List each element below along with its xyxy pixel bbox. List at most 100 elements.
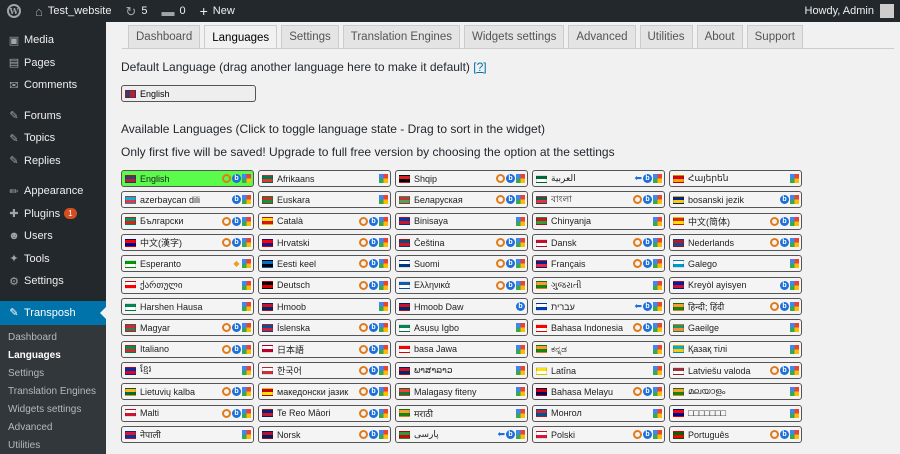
tab-dashboard[interactable]: Dashboard [128, 25, 201, 48]
wordpress-logo-button[interactable]: W [0, 0, 28, 22]
language-item[interactable]: Қазақ тілі [669, 340, 802, 358]
language-item[interactable]: Latviešu valoda b [669, 362, 802, 380]
language-item[interactable]: Malagasy fiteny [395, 383, 528, 401]
language-item[interactable]: Polski b [532, 426, 665, 444]
tab-advanced[interactable]: Advanced [568, 25, 636, 48]
help-link[interactable]: [?] [473, 60, 486, 74]
language-item[interactable]: Euskara [258, 191, 391, 209]
language-item[interactable]: Català b [258, 212, 391, 230]
language-item[interactable]: हिन्दी; हिंदी b [669, 298, 802, 316]
submenu-item-settings[interactable]: Settings [0, 365, 106, 383]
submenu-item-dashboard[interactable]: Dashboard [0, 329, 106, 347]
sidebar-item-appearance[interactable]: ✏ Appearance [0, 180, 106, 203]
language-item[interactable]: Chinyanja [532, 212, 665, 230]
language-item[interactable]: Asụsụ Igbo [395, 319, 528, 337]
language-item[interactable]: Kreyòl ayisyen b [669, 276, 802, 294]
language-item[interactable]: ಕನ್ನಡ [532, 340, 665, 358]
sidebar-item-comments[interactable]: ✉ Comments [0, 74, 106, 97]
language-item[interactable]: Afrikaans [258, 170, 391, 187]
sidebar-item-tools[interactable]: ✦ Tools [0, 248, 106, 271]
language-item[interactable]: Eesti keel b [258, 255, 391, 273]
tab-support[interactable]: Support [746, 25, 803, 48]
language-item[interactable]: ગુજરાતી [532, 276, 665, 294]
language-item[interactable]: Hmoob Daw b [395, 298, 528, 316]
submenu-item-utilities[interactable]: Utilities [0, 437, 106, 454]
sidebar-item-media[interactable]: ▣ Media [0, 29, 106, 52]
language-item[interactable]: Norsk b [258, 426, 391, 444]
language-item[interactable]: Čeština b [395, 234, 528, 252]
language-item[interactable]: Hmoob [258, 298, 391, 316]
language-item[interactable]: Ελληνικά b [395, 276, 528, 294]
language-item[interactable]: עברית ⬅ b [532, 298, 665, 316]
tab-about[interactable]: About [696, 25, 743, 48]
language-item[interactable]: Português b [669, 426, 802, 444]
account-menu[interactable]: Howdy, Admin [798, 0, 900, 22]
language-item[interactable]: Български b [121, 212, 254, 230]
default-language-dropzone[interactable]: English [121, 85, 256, 102]
sidebar-item-users[interactable]: ☻ Users [0, 225, 106, 248]
language-item[interactable]: Nederlands b [669, 234, 802, 252]
language-item[interactable]: پارسی ⬅ b [395, 426, 528, 444]
new-content-link[interactable]: + New [193, 0, 242, 22]
language-item[interactable]: Magyar b [121, 319, 254, 337]
language-item[interactable]: 中文(简体) b [669, 212, 802, 230]
language-item[interactable]: ქართული [121, 276, 254, 294]
language-item[interactable]: Italiano b [121, 340, 254, 358]
language-item[interactable]: മലയാളം [669, 383, 802, 401]
language-item[interactable]: Suomi b [395, 255, 528, 273]
language-item[interactable]: Монгол [532, 404, 665, 422]
sidebar-item-pages[interactable]: ▤ Pages [0, 52, 106, 75]
language-item[interactable]: ខ្មែរ [121, 362, 254, 380]
language-item[interactable]: ພາສາລາວ [395, 362, 528, 380]
language-item[interactable]: Dansk b [532, 234, 665, 252]
tab-utilities[interactable]: Utilities [639, 25, 693, 48]
language-item[interactable]: basa Jawa [395, 340, 528, 358]
submenu-item-languages[interactable]: Languages [0, 347, 106, 365]
language-item[interactable]: मराठी [395, 404, 528, 422]
language-item[interactable]: Íslenska b [258, 319, 391, 337]
submenu-item-widgets-settings[interactable]: Widgets settings [0, 401, 106, 419]
language-item[interactable]: বাংলা b [532, 191, 665, 209]
language-item[interactable]: Harshen Hausa [121, 298, 254, 316]
language-item[interactable]: bosanski jezik b [669, 191, 802, 209]
sidebar-item-replies[interactable]: ✎ Replies [0, 150, 106, 173]
language-item[interactable]: македонски јазик b [258, 383, 391, 401]
language-item[interactable]: azerbaycan dili b [121, 191, 254, 209]
sidebar-item-plugins[interactable]: ✚ Plugins 1 [0, 203, 106, 226]
language-item[interactable]: Bahasa Indonesia b [532, 319, 665, 337]
language-item[interactable]: Français b [532, 255, 665, 273]
language-item[interactable]: Deutsch b [258, 276, 391, 294]
tab-translation-engines[interactable]: Translation Engines [342, 25, 460, 48]
sidebar-item-transposh[interactable]: ✎ Transposh [0, 300, 106, 325]
language-item[interactable]: 한국어 b [258, 362, 391, 380]
language-item[interactable]: Malti b [121, 404, 254, 422]
language-item[interactable]: Հայերեն [669, 170, 802, 187]
language-item[interactable]: العربية ⬅ b [532, 170, 665, 187]
site-name-link[interactable]: ⌂ Test_website [28, 0, 118, 22]
tab-settings[interactable]: Settings [281, 25, 339, 48]
language-item[interactable]: Shqip b [395, 170, 528, 187]
language-item[interactable]: Binisaya [395, 212, 528, 230]
tab-languages[interactable]: Languages [204, 25, 278, 49]
language-item[interactable]: Esperanto ◆ [121, 255, 254, 273]
language-item[interactable]: Galego [669, 255, 802, 273]
submenu-item-advanced[interactable]: Advanced [0, 419, 106, 437]
language-item[interactable]: नेपाली [121, 426, 254, 444]
language-item[interactable]: English b [121, 170, 254, 187]
sidebar-item-forums[interactable]: ✎ Forums [0, 105, 106, 128]
language-item[interactable]: Lietuvių kalba b [121, 383, 254, 401]
comments-link[interactable]: ▬ 0 [154, 0, 192, 22]
language-item[interactable]: Hrvatski b [258, 234, 391, 252]
language-item[interactable]: Gaeilge [669, 319, 802, 337]
language-item[interactable]: 中文(漢字) b [121, 234, 254, 252]
language-item[interactable]: 日本語 b [258, 340, 391, 358]
language-item[interactable]: Bahasa Melayu b [532, 383, 665, 401]
sidebar-item-settings[interactable]: ⚙ Settings [0, 270, 106, 293]
tab-widgets-settings[interactable]: Widgets settings [463, 25, 565, 48]
submenu-item-translation-engines[interactable]: Translation Engines [0, 383, 106, 401]
language-item[interactable]: Te Reo Māori b [258, 404, 391, 422]
sidebar-item-topics[interactable]: ✎ Topics [0, 127, 106, 150]
updates-link[interactable]: ↻ 5 [118, 0, 154, 22]
language-item[interactable]: Latīna [532, 362, 665, 380]
language-item[interactable]: Беларуская b [395, 191, 528, 209]
